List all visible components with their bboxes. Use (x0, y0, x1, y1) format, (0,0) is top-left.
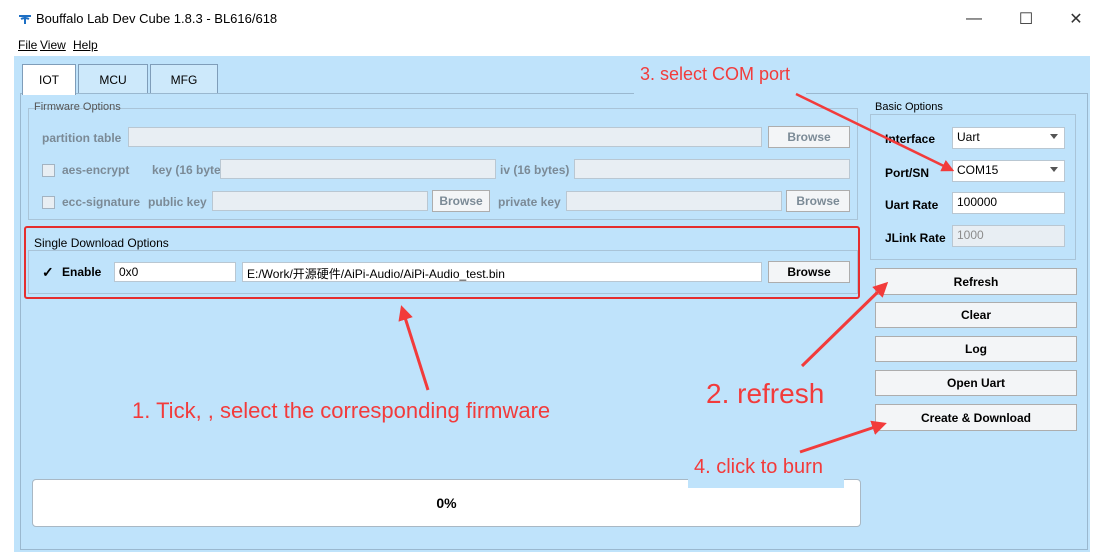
arrow-step1 (398, 305, 430, 391)
arrow-step3 (795, 92, 955, 172)
annotation-arrows (398, 92, 955, 454)
tab-iot[interactable]: IOT (22, 64, 76, 95)
arrow-step4 (799, 420, 887, 454)
arrow-step2 (800, 281, 889, 368)
